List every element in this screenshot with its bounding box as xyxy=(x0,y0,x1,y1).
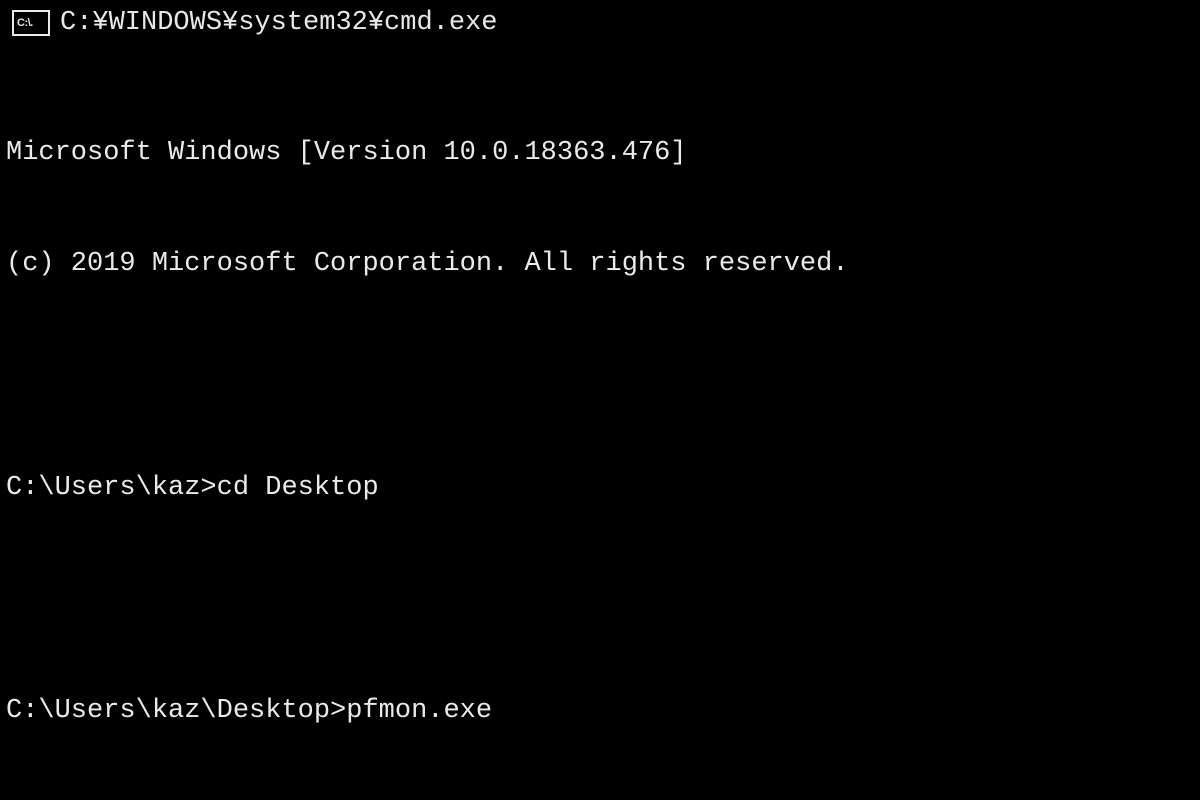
command-text: pfmon.exe xyxy=(346,696,492,726)
terminal-output[interactable]: Microsoft Windows [Version 10.0.18363.47… xyxy=(0,42,1200,800)
window-title: C:¥WINDOWS¥system32¥cmd.exe xyxy=(60,8,497,38)
blank-line xyxy=(6,358,1194,395)
prompt-path: C:\Users\kaz> xyxy=(6,473,217,503)
banner-version-line: Microsoft Windows [Version 10.0.18363.47… xyxy=(6,135,1194,172)
prompt-path: C:\Users\kaz\Desktop> xyxy=(6,696,346,726)
cmd-window: C:\. C:¥WINDOWS¥system32¥cmd.exe Microso… xyxy=(0,0,1200,800)
prompt-line-2: C:\Users\kaz\Desktop>pfmon.exe xyxy=(6,693,1194,730)
banner-copyright-line: (c) 2019 Microsoft Corporation. All righ… xyxy=(6,246,1194,283)
cmd-system-icon[interactable]: C:\. xyxy=(12,10,50,36)
blank-line xyxy=(6,582,1194,619)
titlebar[interactable]: C:\. C:¥WINDOWS¥system32¥cmd.exe xyxy=(0,0,1200,42)
prompt-line-1: C:\Users\kaz>cd Desktop xyxy=(6,470,1194,507)
cmd-system-icon-label: C:\. xyxy=(17,17,33,29)
command-text: cd Desktop xyxy=(217,473,379,503)
